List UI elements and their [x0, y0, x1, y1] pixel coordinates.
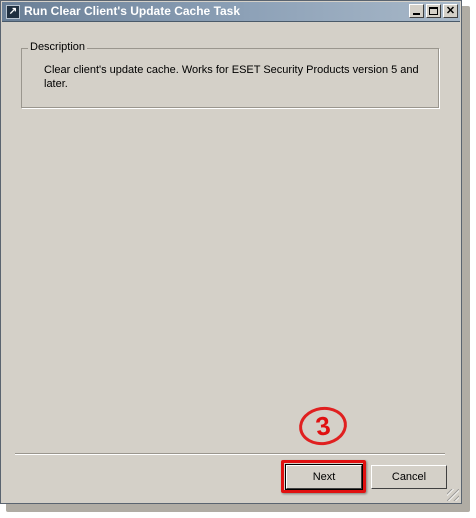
task-dialog-window: ↗ Run Clear Client's Update Cache Task ✕… [0, 0, 462, 504]
maximize-icon [429, 7, 438, 15]
step-number-callout: 3 [296, 403, 350, 449]
arrow-icon: ↗ [6, 5, 20, 19]
footer-separator [15, 453, 445, 455]
caption-buttons: ✕ [409, 4, 458, 18]
next-button[interactable]: Next [285, 464, 363, 490]
resize-grip[interactable] [447, 489, 459, 501]
description-groupbox: Description Clear client's update cache.… [21, 41, 439, 108]
close-button[interactable]: ✕ [443, 4, 458, 18]
description-text: Clear client's update cache. Works for E… [44, 64, 419, 90]
close-icon: ✕ [445, 5, 456, 17]
minimize-icon [413, 13, 420, 15]
minimize-button[interactable] [409, 4, 424, 18]
window-title: Run Clear Client's Update Cache Task [24, 4, 241, 18]
maximize-button[interactable] [426, 4, 441, 18]
description-legend: Description [28, 41, 88, 53]
title-bar[interactable]: ↗ Run Clear Client's Update Cache Task ✕ [2, 2, 460, 22]
cancel-button[interactable]: Cancel [371, 465, 447, 489]
